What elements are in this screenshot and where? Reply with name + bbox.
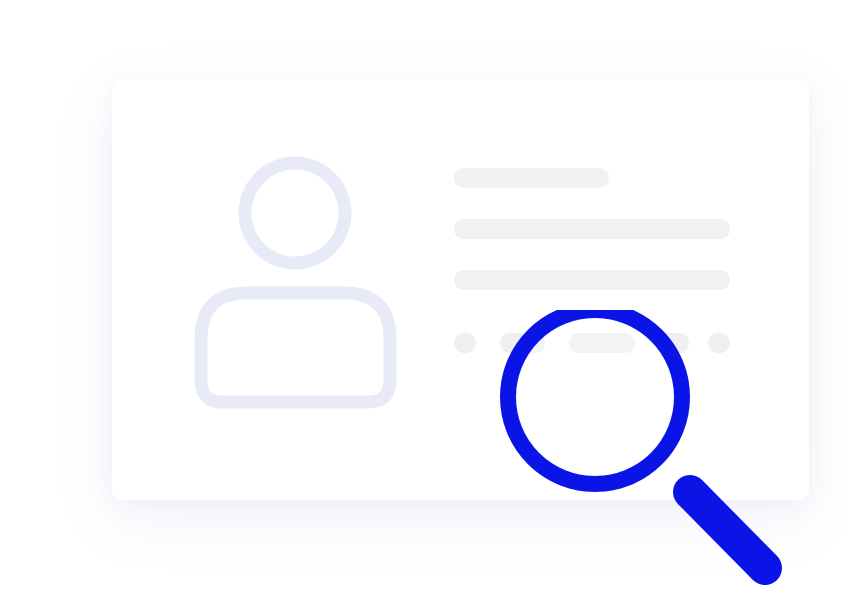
avatar-head [238, 156, 352, 270]
magnifying-glass-icon [500, 310, 782, 585]
magnifier-lens [500, 310, 690, 492]
placeholder-dot [454, 333, 476, 353]
placeholder-line-1 [454, 219, 730, 239]
placeholder-line-2 [454, 270, 730, 290]
avatar-body [194, 286, 397, 409]
illustration-stage [0, 0, 846, 589]
magnifier-handle [673, 475, 782, 585]
placeholder-line-title [454, 168, 609, 188]
